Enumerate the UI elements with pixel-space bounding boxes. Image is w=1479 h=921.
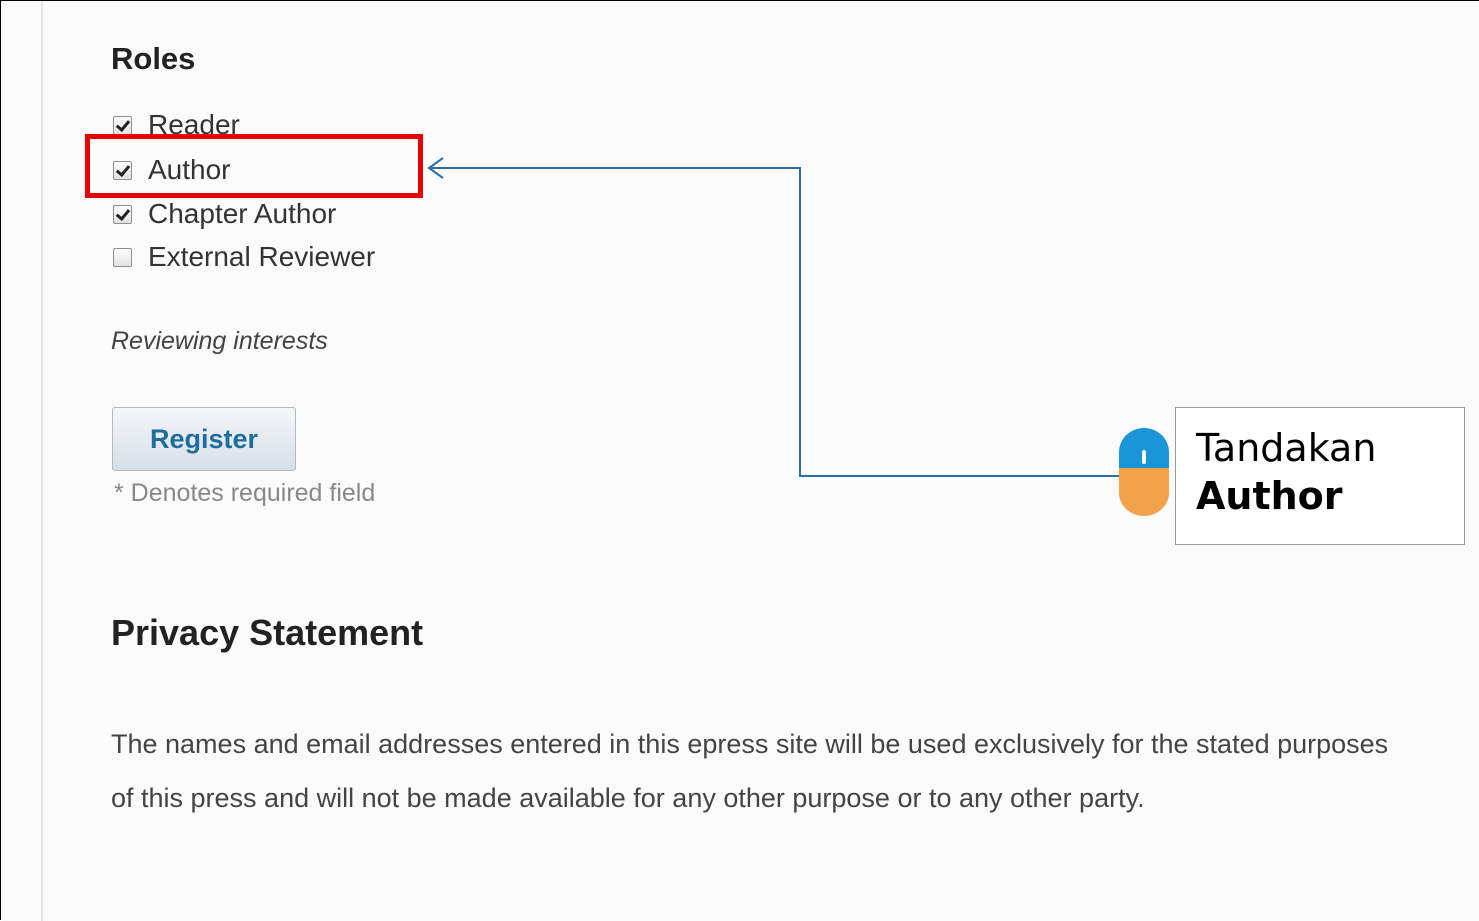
reader-checkbox[interactable]	[113, 115, 132, 135]
external-reviewer-checkbox[interactable]	[113, 247, 132, 267]
left-divider	[41, 1, 43, 921]
register-button[interactable]: Register	[112, 407, 296, 471]
chapter-author-label: Chapter Author	[148, 198, 337, 229]
reviewing-interests-label: Reviewing interests	[111, 327, 328, 355]
callout-line2: Author	[1196, 474, 1343, 518]
required-field-note: * Denotes required field	[114, 479, 376, 507]
privacy-statement-text: The names and email addresses entered in…	[111, 729, 1389, 813]
author-highlight-box	[85, 134, 423, 198]
annotation-callout: Tandakan Author	[1175, 407, 1465, 545]
callout-line1: Tandakan	[1196, 426, 1377, 470]
role-chapter-author[interactable]: Chapter Author	[113, 198, 336, 230]
external-reviewer-label: External Reviewer	[148, 241, 376, 272]
role-external-reviewer[interactable]: External Reviewer	[113, 241, 375, 273]
roles-heading: Roles	[111, 41, 196, 76]
mouse-click-icon	[1119, 428, 1169, 516]
privacy-statement-heading: Privacy Statement	[111, 612, 424, 653]
screenshot-frame: Roles Reader Author Chapter Author Exter…	[0, 0, 1479, 921]
chapter-author-checkbox[interactable]	[113, 204, 132, 224]
